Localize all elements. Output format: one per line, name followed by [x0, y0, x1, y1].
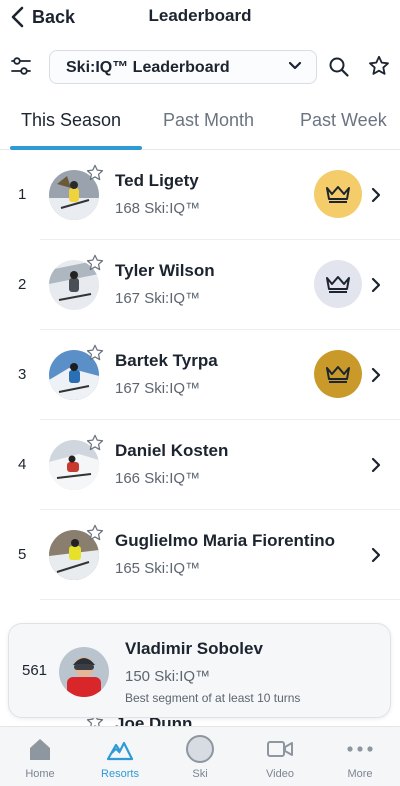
chevron-right-icon [371, 277, 381, 293]
skier-score: 167 Ski:IQ™ [115, 290, 201, 307]
leaderboard-row[interactable]: 1 Ted Ligety 168 Ski:IQ™ [0, 150, 400, 240]
nav-home-label: Home [25, 768, 55, 780]
chevron-right-icon [371, 457, 381, 473]
skier-score: 166 Ski:IQ™ [115, 470, 201, 487]
favorites-star-icon[interactable] [367, 54, 391, 78]
skier-name: Guglielmo Maria Fiorentino [115, 531, 336, 550]
leaderboard-row[interactable]: 2 Tyler Wilson 167 Ski:IQ™ [0, 240, 400, 330]
chevron-right-icon [371, 187, 381, 203]
my-score: 150 Ski:IQ™ [125, 668, 211, 685]
rank-number: 1 [18, 186, 27, 203]
skier-score: 168 Ski:IQ™ [115, 200, 201, 217]
skier-score: 167 Ski:IQ™ [115, 380, 201, 397]
leaderboard-row[interactable]: 3 Bartek Tyrpa 167 Ski:IQ™ [0, 330, 400, 420]
skier-name: Bartek Tyrpa [115, 351, 218, 370]
nav-video[interactable]: Video [248, 733, 312, 780]
my-rank-number: 561 [22, 662, 48, 679]
rank-number: 2 [18, 276, 27, 293]
my-avatar [59, 647, 109, 697]
rank-number: 3 [18, 366, 27, 383]
chevron-right-icon [371, 367, 381, 383]
my-rank-card[interactable]: 561 Vladimir Sobolev 150 Ski:IQ™ Best se… [8, 623, 391, 718]
leaderboard-row[interactable]: 5 Guglielmo Maria Fiorentino 165 Ski:IQ™ [0, 510, 400, 600]
bronze-crown-badge [314, 350, 362, 398]
rank-number: 5 [18, 546, 27, 563]
filter-row: Ski:IQ™ Leaderboard [0, 48, 400, 86]
ski-circle-icon [186, 735, 214, 763]
nav-ski[interactable]: Ski [168, 733, 232, 780]
favorite-star-icon[interactable] [85, 163, 105, 183]
leaderboard-select[interactable]: Ski:IQ™ Leaderboard [49, 50, 317, 84]
favorite-star-icon[interactable] [85, 343, 105, 363]
chevron-down-icon [288, 61, 302, 70]
favorite-star-icon[interactable] [85, 253, 105, 273]
page-title: Leaderboard [148, 6, 252, 25]
favorite-star-icon[interactable] [85, 433, 105, 453]
skier-name: Ted Ligety [115, 171, 199, 190]
rank-number: 4 [18, 456, 27, 473]
crown-icon [326, 276, 350, 293]
tab-this-season[interactable]: This Season [21, 110, 121, 131]
nav-resorts[interactable]: Resorts [88, 733, 152, 780]
nav-ski-label: Ski [192, 768, 208, 780]
nav-more-label: More [347, 768, 373, 780]
period-tabs: This Season Past Month Past Week [0, 100, 400, 150]
silver-crown-badge [314, 260, 362, 308]
leaderboard-row[interactable]: 4 Daniel Kosten 166 Ski:IQ™ [0, 420, 400, 510]
crown-icon [326, 366, 350, 383]
leaderboard-select-value: Ski:IQ™ Leaderboard [66, 59, 230, 76]
tab-past-month[interactable]: Past Month [163, 110, 254, 131]
nav-more[interactable]: More [328, 733, 392, 780]
skier-name: Daniel Kosten [115, 441, 229, 460]
chevron-right-icon [371, 547, 381, 563]
search-icon[interactable] [327, 55, 351, 79]
nav-video-label: Video [266, 768, 294, 780]
top-bar: Back Leaderboard [0, 0, 400, 36]
tab-past-week[interactable]: Past Week [300, 110, 387, 131]
my-score-note: Best segment of at least 10 turns [125, 691, 301, 705]
more-dots-icon [347, 746, 373, 752]
gold-crown-badge [314, 170, 362, 218]
nav-resorts-label: Resorts [101, 768, 139, 780]
bottom-tab-bar: Home Resorts Ski Video More [0, 726, 400, 786]
video-icon [267, 741, 293, 757]
crown-icon [326, 186, 350, 203]
row-divider [40, 599, 400, 600]
nav-home[interactable]: Home [8, 733, 72, 780]
filter-sliders-icon[interactable] [9, 54, 33, 78]
skier-score: 165 Ski:IQ™ [115, 560, 201, 577]
mountain-icon [106, 741, 134, 761]
home-icon [30, 739, 50, 760]
favorite-star-icon[interactable] [85, 523, 105, 543]
skier-name: Tyler Wilson [115, 261, 215, 280]
my-name: Vladimir Sobolev [125, 639, 263, 658]
